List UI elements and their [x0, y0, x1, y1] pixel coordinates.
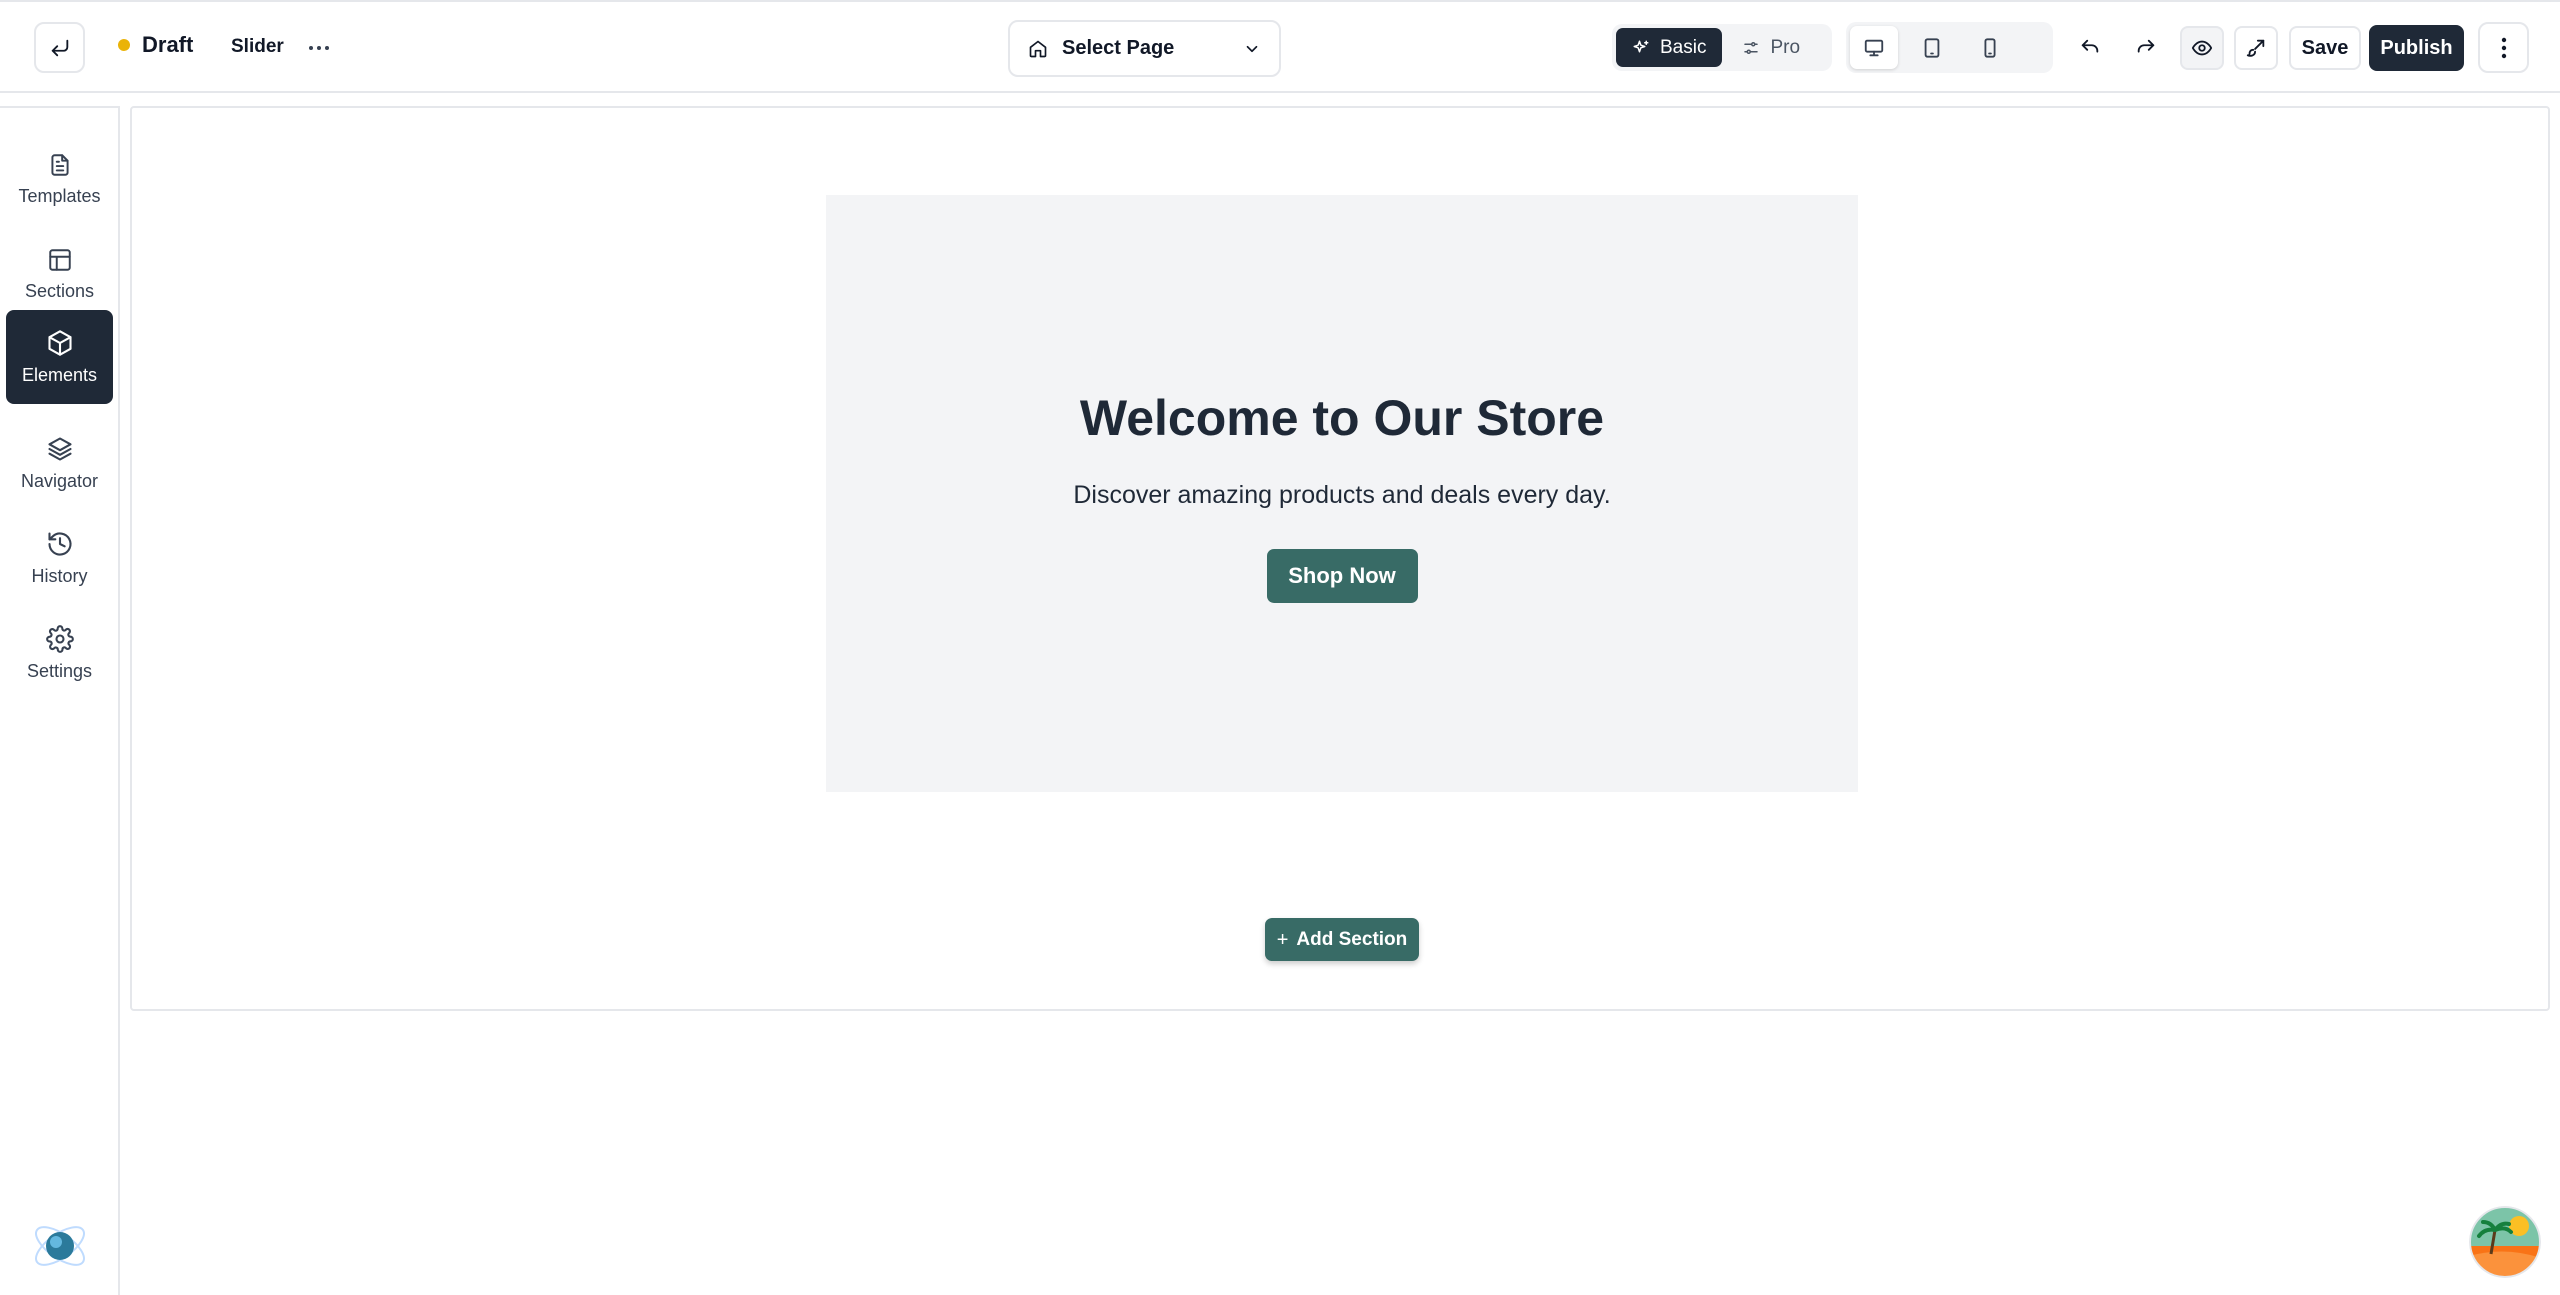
sidebar-item-settings[interactable]: Settings: [6, 606, 113, 700]
undo-button[interactable]: [2068, 26, 2112, 70]
more-vertical-icon: [2501, 37, 2506, 58]
eye-icon: [2191, 40, 2213, 56]
assistant-avatar-icon[interactable]: [2469, 1206, 2541, 1278]
brush-tool-button[interactable]: [2234, 26, 2278, 70]
device-preview-toggle: [1846, 22, 2053, 73]
select-page-dropdown[interactable]: Select Page: [1008, 20, 1281, 77]
mode-pro-label: Pro: [1770, 36, 1801, 58]
top-toolbar: Draft Slider Select Page Basic Pro Save …: [0, 0, 2560, 93]
sidebar-item-elements[interactable]: Elements: [6, 310, 113, 404]
page-name[interactable]: Slider: [231, 36, 284, 58]
left-sidebar: Templates Sections Elements Navigator Hi…: [0, 106, 120, 1295]
plus-icon: +: [1276, 928, 1289, 951]
editor-mode-toggle: Basic Pro: [1612, 24, 1832, 71]
sidebar-item-label: Elements: [21, 364, 98, 385]
exit-button[interactable]: [34, 22, 85, 73]
sidebar-item-sections[interactable]: Sections: [6, 227, 113, 321]
save-button[interactable]: Save: [2289, 26, 2361, 70]
sidebar-item-label: Templates: [18, 185, 101, 206]
history-icon: [47, 531, 72, 556]
mode-pro-button[interactable]: Pro: [1726, 28, 1816, 67]
page-status: Draft: [118, 32, 193, 58]
sparkle-icon: [1633, 40, 1649, 52]
preview-button[interactable]: [2180, 26, 2224, 70]
more-options-button[interactable]: [2478, 22, 2529, 73]
brush-icon: [2246, 39, 2265, 57]
home-icon: [1029, 40, 1047, 57]
add-section-button[interactable]: + Add Section: [1265, 918, 1419, 961]
hero-section[interactable]: Welcome to Our Store Discover amazing pr…: [826, 195, 1858, 792]
sidebar-item-templates[interactable]: Templates: [6, 132, 113, 226]
tablet-icon: [1924, 37, 1940, 58]
layout-icon: [48, 248, 71, 271]
sidebar-item-history[interactable]: History: [6, 511, 113, 605]
redo-button[interactable]: [2124, 26, 2168, 70]
smartphone-icon: [1984, 37, 1996, 58]
sidebar-item-navigator[interactable]: Navigator: [6, 416, 113, 510]
mobile-view-button[interactable]: [1966, 26, 2014, 69]
editor-canvas[interactable]: Welcome to Our Store Discover amazing pr…: [130, 106, 2550, 1011]
return-icon: [51, 39, 68, 56]
hero-subtitle[interactable]: Discover amazing products and deals ever…: [1073, 481, 1610, 510]
gear-icon: [45, 624, 74, 653]
sidebar-item-label: Sections: [24, 280, 95, 301]
status-label: Draft: [142, 32, 194, 57]
sidebar-item-label: History: [31, 565, 88, 586]
monitor-icon: [1864, 39, 1884, 56]
add-section-label: Add Section: [1296, 928, 1408, 950]
mode-basic-button[interactable]: Basic: [1616, 28, 1723, 67]
layers-icon: [47, 436, 72, 461]
page-options-button[interactable]: [305, 30, 333, 66]
tablet-view-button[interactable]: [1908, 26, 1956, 69]
shop-now-button[interactable]: Shop Now: [1266, 549, 1418, 603]
status-dot-icon: [118, 39, 130, 51]
sidebar-item-label: Settings: [26, 660, 93, 681]
more-horizontal-icon: [309, 46, 329, 50]
cube-icon: [47, 329, 72, 356]
brand-logo-icon[interactable]: [30, 1216, 90, 1276]
select-page-label: Select Page: [1062, 37, 1175, 59]
desktop-view-button[interactable]: [1850, 26, 1898, 69]
undo-icon: [2081, 39, 2099, 53]
sidebar-item-label: Navigator: [20, 470, 99, 491]
hero-title[interactable]: Welcome to Our Store: [1080, 389, 1604, 447]
document-icon: [50, 153, 69, 176]
publish-button[interactable]: Publish: [2369, 25, 2464, 71]
chevron-down-icon: [1246, 45, 1258, 52]
redo-icon: [2137, 39, 2155, 53]
sliders-icon: [1744, 41, 1759, 54]
mode-basic-label: Basic: [1660, 36, 1707, 58]
